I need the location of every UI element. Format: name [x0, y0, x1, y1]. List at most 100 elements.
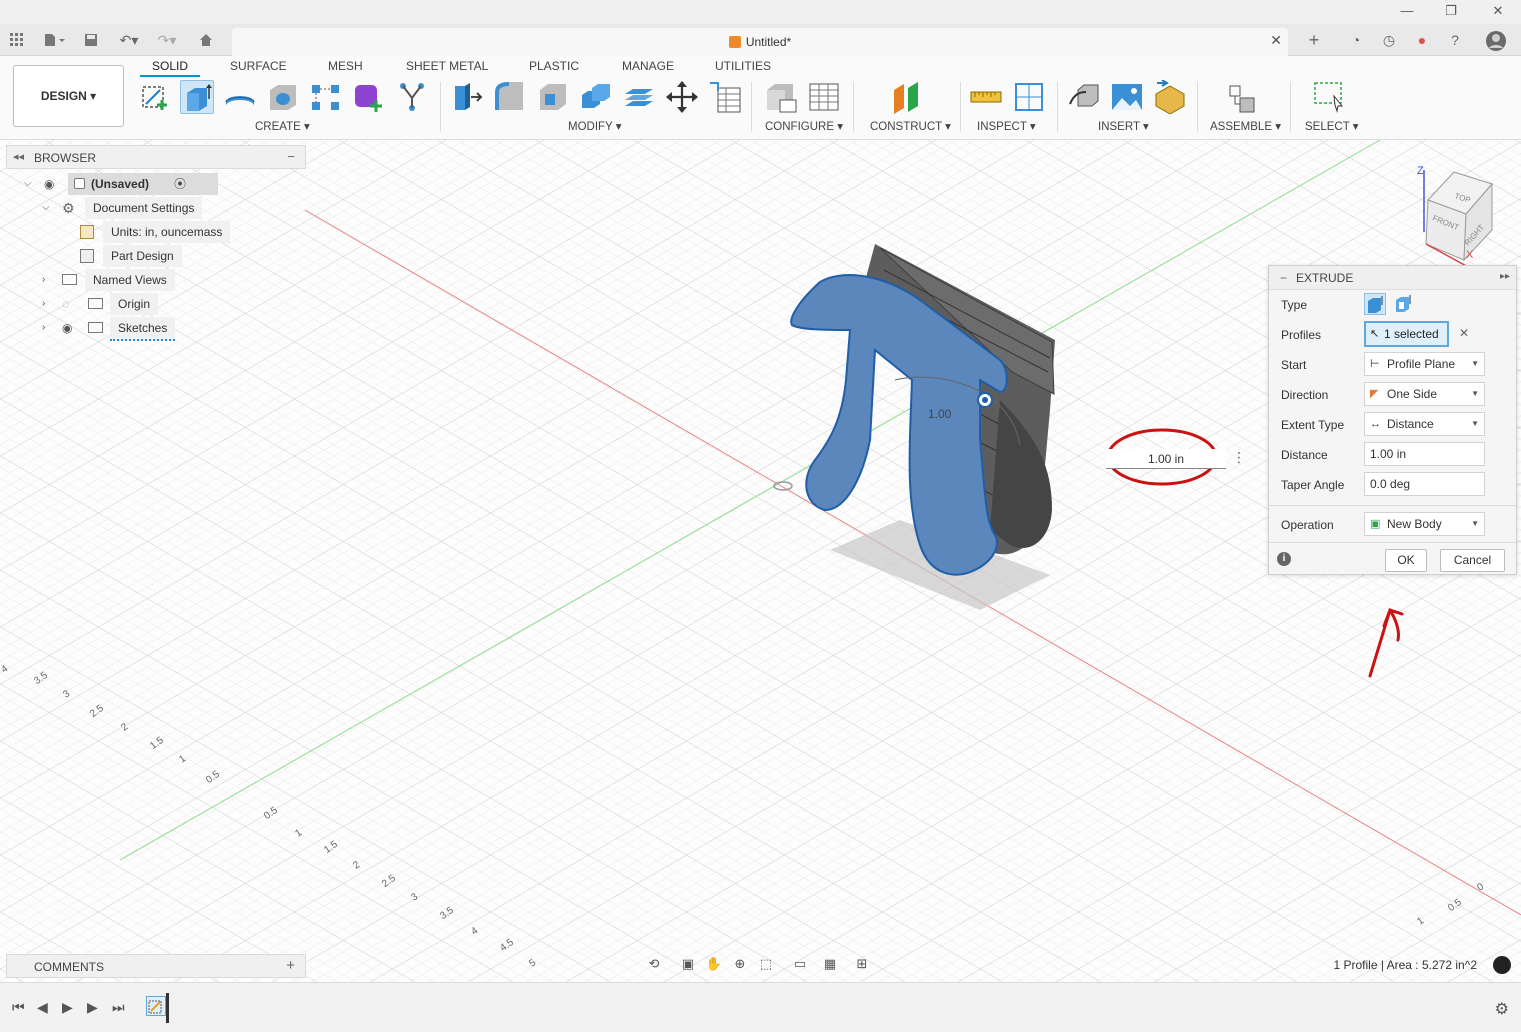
more-options-icon[interactable]: ⋮ [1232, 449, 1246, 466]
look-at-icon[interactable]: ▣ [678, 954, 698, 974]
user-avatar[interactable] [1485, 30, 1507, 51]
next-step-icon[interactable]: ▶ [87, 999, 98, 1016]
modify-group-label[interactable]: MODIFY ▾ [568, 119, 621, 133]
data-panel-grid-icon[interactable] [8, 30, 26, 50]
feedback-icon[interactable] [1493, 956, 1511, 974]
last-step-icon[interactable]: ⏭ [112, 999, 125, 1016]
display-settings-icon[interactable]: ▭ [790, 954, 810, 974]
add-comment-button[interactable]: + [286, 957, 295, 974]
close-window-icon[interactable]: ✕ [1483, 2, 1513, 22]
viewports-icon[interactable]: ⊞ [852, 954, 872, 974]
start-dropdown[interactable]: ⊢ Profile Plane ▼ [1364, 352, 1485, 376]
new-tab-plus-icon[interactable]: + [1303, 30, 1325, 50]
collapse-dialog-icon[interactable]: − [1280, 271, 1287, 285]
move-copy-icon[interactable] [665, 80, 699, 114]
offset-face-icon[interactable] [622, 80, 656, 114]
collapse-panel-icon[interactable]: ◂◂ [13, 150, 24, 163]
workspace-switcher-button[interactable]: DESIGN ▾ [13, 65, 124, 127]
chevron-right-icon[interactable]: › [42, 269, 45, 291]
first-step-icon[interactable]: ⏮ [12, 999, 25, 1016]
chevron-right-icon[interactable]: › [42, 317, 45, 339]
pattern-icon[interactable] [309, 80, 343, 114]
save-icon[interactable] [82, 30, 100, 50]
direction-dropdown[interactable]: ◤ One Side ▼ [1364, 382, 1485, 406]
job-status-icon[interactable]: ◷ [1378, 30, 1400, 50]
configuration-table-icon[interactable] [807, 80, 841, 114]
info-icon[interactable]: i [1277, 552, 1291, 566]
tab-mesh[interactable]: MESH [328, 59, 363, 73]
select-group-label[interactable]: SELECT ▾ [1305, 119, 1359, 133]
tab-plastic[interactable]: PLASTIC [529, 59, 579, 73]
browser-panel-header[interactable]: ◂◂ BROWSER − [6, 145, 306, 169]
extensions-icon[interactable]: ◔ [1345, 30, 1367, 50]
zoom-icon[interactable]: ⊕ [730, 954, 750, 974]
measure-icon[interactable] [969, 80, 1003, 114]
insert-mesh-icon[interactable] [1153, 79, 1187, 115]
eye-icon[interactable]: ◉ [62, 317, 72, 339]
tab-solid[interactable]: SOLID [152, 59, 188, 73]
create-sketch-icon[interactable] [138, 80, 172, 114]
tab-surface[interactable]: SURFACE [230, 59, 287, 73]
type-solid-icon[interactable] [1364, 293, 1386, 315]
browser-item-part-design[interactable]: Part Design [80, 245, 240, 267]
assemble-group-label[interactable]: ASSEMBLE ▾ [1210, 119, 1281, 133]
play-icon[interactable]: ▶ [62, 999, 73, 1016]
configure-icon[interactable] [764, 80, 798, 114]
maximize-icon[interactable]: ❐ [1436, 2, 1466, 22]
grid-settings-icon[interactable]: ▦ [820, 954, 840, 974]
timeline-sketch-marker[interactable] [146, 996, 166, 1016]
derive-icon[interactable] [395, 80, 429, 114]
press-pull-icon[interactable] [450, 80, 484, 114]
tab-utilities[interactable]: UTILITIES [715, 59, 771, 73]
clear-selection-icon[interactable]: ✕ [1459, 326, 1469, 340]
cancel-button[interactable]: Cancel [1440, 549, 1505, 572]
distance-heads-up-input[interactable]: 1.00 in [1106, 449, 1226, 469]
combine-icon[interactable] [579, 80, 613, 114]
pan-hand-icon[interactable]: ✋ [704, 954, 724, 974]
orbit-icon[interactable]: ⟲ [644, 954, 664, 974]
offset-plane-icon[interactable] [890, 80, 924, 114]
tab-sheet-metal[interactable]: SHEET METAL [406, 59, 488, 73]
activate-radio-icon[interactable]: ⦿ [174, 173, 186, 195]
timeline-playhead[interactable] [166, 993, 169, 1023]
chevron-down-icon[interactable]: ⌵ [24, 173, 32, 195]
previous-step-icon[interactable]: ◀ [37, 999, 48, 1016]
window-select-icon[interactable] [1312, 80, 1346, 114]
settings-gear-icon[interactable]: ⚙ [1495, 999, 1509, 1019]
section-analysis-icon[interactable] [1012, 80, 1046, 114]
redo-icon[interactable]: ↷▾ [152, 30, 182, 50]
document-tab[interactable]: Untitled* ✕ [232, 28, 1288, 56]
minimize-icon[interactable]: — [1392, 2, 1422, 22]
operation-dropdown[interactable]: ▣ New Body ▼ [1364, 512, 1485, 536]
chevron-right-icon[interactable]: › [42, 293, 45, 315]
expand-dialog-icon[interactable]: ▸▸ [1500, 271, 1510, 282]
inspect-group-label[interactable]: INSPECT ▾ [977, 119, 1036, 133]
browser-collapse-button[interactable]: − [287, 149, 295, 164]
taper-angle-input[interactable]: 0.0 deg [1364, 472, 1485, 496]
insert-derive-icon[interactable] [1068, 80, 1102, 114]
close-tab-icon[interactable]: ✕ [1270, 32, 1282, 49]
file-menu-icon[interactable] [40, 30, 70, 50]
fillet-icon[interactable] [493, 80, 527, 114]
comments-panel-header[interactable]: COMMENTS + [6, 954, 306, 978]
help-icon[interactable]: ? [1444, 30, 1466, 50]
extrude-dialog-header[interactable]: − EXTRUDE ▸▸ [1269, 266, 1516, 290]
revolve-icon[interactable] [223, 80, 257, 114]
extrude-icon[interactable] [180, 80, 214, 114]
eye-icon[interactable]: ◉ [44, 173, 54, 195]
configure-group-label[interactable]: CONFIGURE ▾ [765, 119, 843, 133]
insert-canvas-icon[interactable] [1110, 80, 1144, 114]
type-thin-icon[interactable] [1393, 293, 1415, 315]
eye-hidden-icon[interactable]: ◌ [62, 293, 69, 315]
change-parameters-icon[interactable] [708, 80, 742, 114]
viewcube[interactable]: TOP FRONT RIGHT Z X [1412, 160, 1502, 265]
profiles-selection-field[interactable]: ↖ 1 selected [1364, 321, 1449, 347]
hole-icon[interactable] [266, 80, 300, 114]
create-form-icon[interactable] [352, 80, 386, 114]
notifications-icon[interactable]: ● [1411, 30, 1433, 50]
shell-icon[interactable] [536, 80, 570, 114]
fit-icon[interactable]: ⬚ [756, 954, 776, 974]
distance-input[interactable]: 1.00 in [1364, 442, 1485, 466]
undo-icon[interactable]: ↶▾ [114, 30, 144, 50]
extent-type-dropdown[interactable]: ↔ Distance ▼ [1364, 412, 1485, 436]
